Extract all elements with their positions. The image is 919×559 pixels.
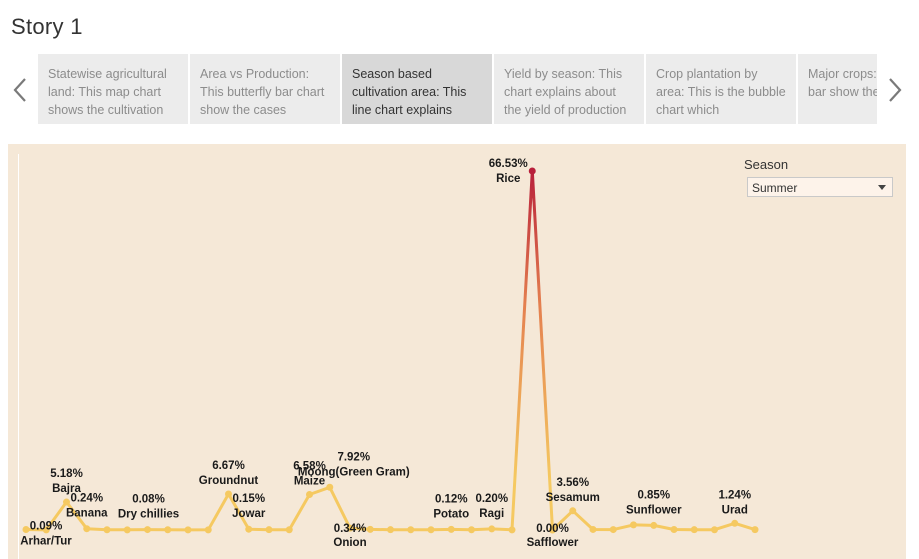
storypoint-tab-1[interactable]: Statewise agricultural land: This map ch… [38, 54, 188, 124]
season-area-line-chart: 0.09%Arhar/Tur5.18%Bajra0.24%Banana0.08%… [20, 158, 759, 549]
storypoint-tab-4[interactable]: Yield by season: This chart explains abo… [494, 54, 644, 124]
data-label-crop: Groundnut [199, 475, 259, 487]
data-label-crop: Dry chillies [118, 509, 179, 521]
data-label-crop: Sesamum [546, 492, 600, 504]
chevron-left-icon [13, 78, 26, 102]
data-label-value: 0.08% [132, 494, 165, 506]
data-label-value: 66.53% [489, 158, 528, 170]
data-label-crop: Moong(Green Gram) [298, 466, 410, 478]
data-label-value: 1.24% [718, 489, 751, 501]
data-label-value: 0.24% [70, 493, 103, 505]
data-point[interactable] [225, 490, 232, 498]
data-point[interactable] [265, 526, 273, 534]
data-label-value: 5.18% [50, 468, 83, 480]
storypoint-caption: Area vs Production: This butterfly bar c… [200, 67, 325, 117]
data-point[interactable] [285, 526, 293, 534]
data-point[interactable] [407, 526, 415, 534]
data-label-crop: Banana [66, 508, 108, 520]
data-point[interactable] [83, 525, 91, 533]
data-point[interactable] [22, 526, 30, 534]
data-point[interactable] [204, 526, 212, 534]
data-point[interactable] [63, 498, 70, 506]
data-point[interactable] [447, 525, 455, 533]
data-point[interactable] [123, 526, 131, 534]
data-point[interactable] [589, 525, 597, 533]
data-label-crop: Onion [333, 537, 366, 549]
data-label-crop: Potato [433, 508, 469, 520]
data-point[interactable] [103, 526, 111, 534]
data-point[interactable] [366, 525, 374, 533]
storypoint-caption: Major crops: stacked bar show the crops [808, 67, 877, 99]
data-label-crop: Arhar/Tur [20, 536, 72, 548]
chevron-right-icon [889, 78, 902, 102]
storypoint-tab-5[interactable]: Crop plantation by area: This is the bub… [646, 54, 796, 124]
story-title: Story 1 [11, 14, 83, 39]
data-point[interactable] [488, 525, 496, 533]
data-point[interactable] [690, 526, 698, 534]
storypoint-caption: Season based cultivation area: This line… [352, 67, 467, 117]
data-point[interactable] [427, 526, 435, 534]
data-label-crop: Sunflower [626, 504, 682, 516]
storypoint-caption: Yield by season: This chart explains abo… [504, 67, 627, 117]
data-label-value: 3.56% [556, 477, 589, 489]
data-point[interactable] [670, 526, 678, 534]
data-point[interactable] [630, 521, 637, 529]
data-label-value: 0.85% [637, 489, 670, 501]
storypoint-caption: Statewise agricultural land: This map ch… [48, 67, 167, 117]
data-label-value: 6.67% [212, 460, 245, 472]
storypoint-tab-3-active[interactable]: Season based cultivation area: This line… [342, 54, 492, 124]
data-point[interactable] [711, 526, 718, 534]
next-storypoint-button[interactable] [883, 70, 907, 110]
data-label-value: 0.15% [232, 493, 265, 505]
storypoint-caption: Crop plantation by area: This is the bub… [656, 67, 786, 117]
data-point[interactable] [731, 519, 739, 527]
storypoint-tab-2[interactable]: Area vs Production: This butterfly bar c… [190, 54, 340, 124]
data-label-crop: Safflower [527, 537, 579, 549]
data-label-crop: Urad [722, 504, 748, 516]
data-label-value: 0.12% [435, 493, 468, 505]
data-label-value: 0.00% [536, 523, 569, 535]
data-point[interactable] [569, 507, 577, 515]
previous-storypoint-button[interactable] [8, 70, 32, 110]
data-label-crop: Rice [496, 173, 520, 185]
season-filter-label: Season [744, 157, 789, 172]
data-point[interactable] [609, 526, 617, 534]
data-point[interactable] [144, 526, 151, 534]
line-chart-panel: 0.09% Arhar/Tur 5.18% Bajra 0.24% Banana 0.08%… [8, 144, 906, 559]
caret-down-icon [878, 185, 886, 190]
data-point[interactable] [387, 526, 394, 534]
data-label-value: 7.92% [337, 451, 370, 463]
data-label-value: 0.09% [30, 521, 63, 533]
storypoint-tab-6[interactable]: Major crops: stacked bar show the crops [798, 54, 877, 124]
storypoint-navigator: Statewise agricultural land: This map ch… [38, 54, 877, 124]
data-point[interactable] [751, 526, 759, 534]
data-point[interactable] [528, 167, 536, 175]
data-label-value: 0.34% [334, 523, 367, 535]
data-point[interactable] [184, 526, 192, 534]
data-point[interactable] [326, 483, 334, 491]
data-label-crop: Ragi [479, 508, 504, 520]
data-label-crop: Jowar [232, 508, 266, 520]
data-point[interactable] [306, 490, 313, 498]
data-point[interactable] [468, 526, 475, 534]
data-point[interactable] [245, 525, 253, 533]
season-filter-dropdown[interactable]: Summer [747, 177, 893, 197]
data-point[interactable] [164, 526, 172, 534]
data-label-value: 0.20% [475, 493, 508, 505]
data-point[interactable] [508, 526, 516, 534]
data-point[interactable] [650, 521, 658, 529]
season-filter-value: Summer [752, 181, 798, 195]
